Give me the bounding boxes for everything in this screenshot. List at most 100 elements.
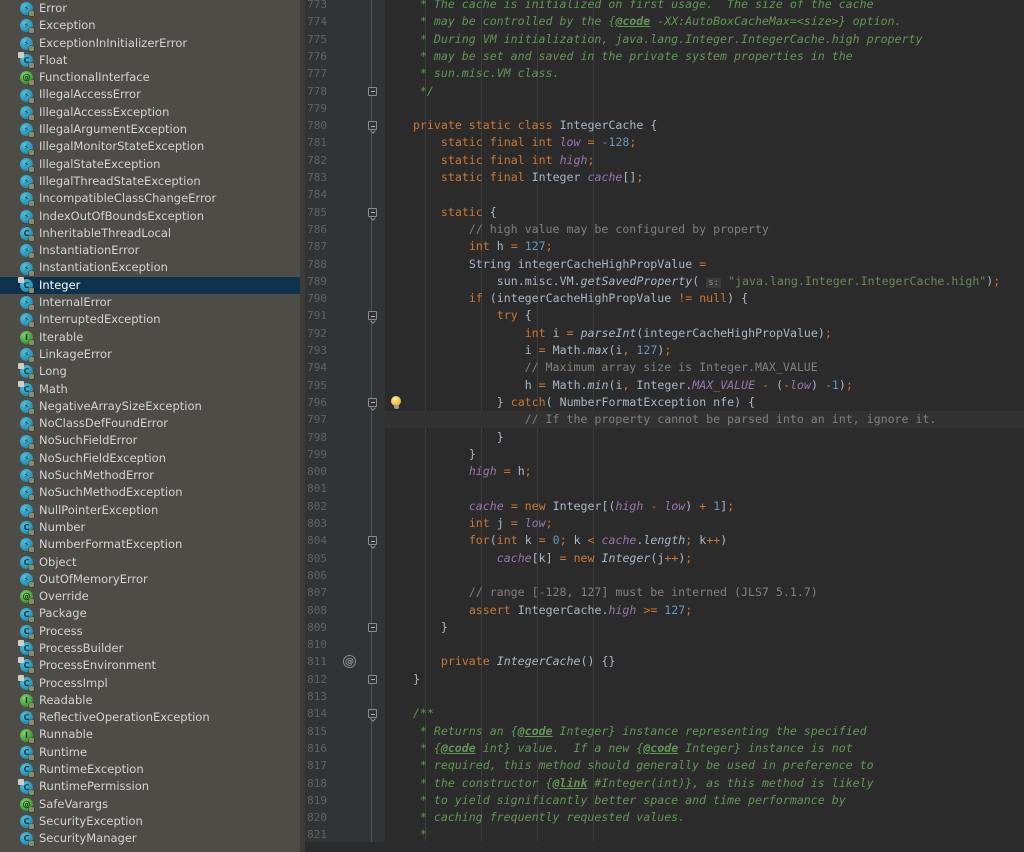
code-line-775[interactable]: * During VM initialization, java.lang.In… (385, 31, 1024, 48)
tree-item-iterable[interactable]: Iterable (0, 329, 305, 346)
code-line-799[interactable]: } (385, 446, 1024, 463)
code-line-814[interactable]: /** (385, 705, 1024, 722)
tree-item-interruptedexception[interactable]: InterruptedException (0, 311, 305, 328)
tree-item-safevarargs[interactable]: SafeVarargs (0, 796, 305, 813)
tree-item-long[interactable]: Long (0, 363, 305, 380)
tree-item-processenvironment[interactable]: ProcessEnvironment (0, 657, 305, 674)
code-line-804[interactable]: for(int k = 0; k < cache.length; k++) (385, 532, 1024, 549)
code-content[interactable]: * The cache is initialized on first usag… (385, 0, 1024, 852)
code-line-806[interactable] (385, 567, 1024, 584)
tree-item-incompatibleclasschangeerror[interactable]: IncompatibleClassChangeError (0, 190, 305, 207)
tree-item-linkageerror[interactable]: LinkageError (0, 346, 305, 363)
tree-item-integer[interactable]: Integer (0, 276, 305, 295)
code-line-802[interactable]: cache = new Integer[(high - low) + 1]; (385, 498, 1024, 515)
code-line-783[interactable]: static final Integer cache[]; (385, 169, 1024, 186)
code-line-797[interactable]: // If the property cannot be parsed into… (385, 411, 1024, 429)
code-line-790[interactable]: if (integerCacheHighPropValue != null) { (385, 290, 1024, 307)
fold-toggle-icon[interactable] (368, 86, 377, 96)
code-line-781[interactable]: static final int low = -128; (385, 134, 1024, 151)
tree-item-math[interactable]: Math (0, 380, 305, 398)
tree-item-nosuchfielderror[interactable]: NoSuchFieldError (0, 432, 305, 449)
tree-item-outofmemoryerror[interactable]: OutOfMemoryError (0, 571, 305, 588)
code-line-779[interactable] (385, 100, 1024, 117)
tree-item-runnable[interactable]: Runnable (0, 726, 305, 743)
code-line-809[interactable]: } (385, 619, 1024, 636)
code-line-785[interactable]: static { (385, 204, 1024, 221)
tree-item-process[interactable]: Process (0, 623, 305, 640)
code-line-810[interactable] (385, 636, 1024, 653)
tree-item-illegalaccesserror[interactable]: IllegalAccessError (0, 86, 305, 103)
code-line-812[interactable]: } (385, 671, 1024, 688)
tree-item-package[interactable]: Package (0, 605, 305, 622)
code-line-782[interactable]: static final int high; (385, 152, 1024, 169)
fold-toggle-icon[interactable] (368, 311, 377, 321)
code-line-819[interactable]: * to yield significantly better space an… (385, 792, 1024, 809)
code-line-808[interactable]: assert IntegerCache.high >= 127; (385, 602, 1024, 619)
tree-item-override[interactable]: Override (0, 588, 305, 605)
tree-item-exceptionininitializererror[interactable]: ExceptionInInitializerError (0, 35, 305, 52)
tree-item-internalerror[interactable]: InternalError (0, 294, 305, 311)
code-line-786[interactable]: // high value may be configured by prope… (385, 221, 1024, 238)
tree-item-inheritablethreadlocal[interactable]: InheritableThreadLocal (0, 225, 305, 242)
tree-item-exception[interactable]: Exception (0, 17, 305, 34)
tree-item-illegalthreadstateexception[interactable]: IllegalThreadStateException (0, 173, 305, 190)
code-line-818[interactable]: * the constructor {@link #Integer(int)},… (385, 775, 1024, 792)
editor-gutter[interactable]: 773 774 775 776 777 778 779 780 781 782 783 784 785 7… (305, 0, 385, 852)
code-line-774[interactable]: * may be controlled by the {@code -XX:Au… (385, 13, 1024, 30)
code-line-820[interactable]: * caching frequently requested values. (385, 809, 1024, 826)
tree-item-instantiationexception[interactable]: InstantiationException (0, 259, 305, 276)
tree-item-illegalstateexception[interactable]: IllegalStateException (0, 156, 305, 173)
tree-item-runtimepermission[interactable]: RuntimePermission (0, 778, 305, 795)
fold-toggle-icon[interactable] (368, 121, 377, 131)
fold-toggle-icon[interactable] (368, 674, 377, 684)
code-line-794[interactable]: // Maximum array size is Integer.MAX_VAL… (385, 359, 1024, 376)
code-line-776[interactable]: * may be set and saved in the private sy… (385, 48, 1024, 65)
fold-toggle-icon[interactable] (368, 397, 377, 407)
code-line-798[interactable]: } (385, 429, 1024, 446)
code-line-792[interactable]: int i = parseInt(integerCacheHighPropVal… (385, 325, 1024, 342)
code-editor[interactable]: 773 774 775 776 777 778 779 780 781 782 783 784 785 7… (305, 0, 1024, 852)
code-line-780[interactable]: private static class IntegerCache { (385, 117, 1024, 134)
tree-item-nosuchmethodexception[interactable]: NoSuchMethodException (0, 484, 305, 501)
code-line-811[interactable]: private IntegerCache() {} (385, 653, 1024, 670)
tree-item-numberformatexception[interactable]: NumberFormatException (0, 536, 305, 553)
tree-item-readable[interactable]: Readable (0, 692, 305, 709)
tree-item-error[interactable]: Error (0, 0, 305, 17)
tree-item-nullpointerexception[interactable]: NullPointerException (0, 502, 305, 519)
code-line-801[interactable] (385, 480, 1024, 497)
tree-item-noclassdeffounderror[interactable]: NoClassDefFoundError (0, 415, 305, 432)
code-line-777[interactable]: * sun.misc.VM class. (385, 65, 1024, 82)
code-line-817[interactable]: * required, this method should generally… (385, 757, 1024, 774)
fold-toggle-icon[interactable] (368, 536, 377, 546)
code-line-800[interactable]: high = h; (385, 463, 1024, 480)
code-line-796[interactable]: } catch( NumberFormatException nfe) { (385, 394, 1024, 411)
tree-item-securitymanager[interactable]: SecurityManager (0, 830, 305, 847)
class-tree-list[interactable]: Error Exception ExceptionInInitializerErro… (0, 0, 305, 848)
fold-toggle-icon[interactable] (368, 622, 377, 632)
tree-item-illegalargumentexception[interactable]: IllegalArgumentException (0, 121, 305, 138)
code-line-784[interactable] (385, 186, 1024, 203)
tree-item-nosuchmethoderror[interactable]: NoSuchMethodError (0, 467, 305, 484)
fold-toggle-icon[interactable] (368, 207, 377, 217)
tree-item-illegalmonitorstateexception[interactable]: IllegalMonitorStateException (0, 138, 305, 155)
tree-item-negativearraysizeexception[interactable]: NegativeArraySizeException (0, 398, 305, 415)
intention-bulb-icon[interactable] (390, 395, 402, 410)
code-line-789[interactable]: sun.misc.VM.getSavedProperty( s: "java.l… (385, 273, 1024, 290)
tree-item-runtime[interactable]: Runtime (0, 744, 305, 761)
override-annotation-icon[interactable]: @ (343, 655, 356, 669)
code-line-788[interactable]: String integerCacheHighPropValue = (385, 256, 1024, 273)
tree-item-number[interactable]: Number (0, 519, 305, 536)
tree-item-illegalaccessexception[interactable]: IllegalAccessException (0, 104, 305, 121)
tree-item-processbuilder[interactable]: ProcessBuilder (0, 640, 305, 657)
code-line-803[interactable]: int j = low; (385, 515, 1024, 532)
tree-item-indexoutofboundsexception[interactable]: IndexOutOfBoundsException (0, 208, 305, 225)
code-line-795[interactable]: h = Math.min(i, Integer.MAX_VALUE - (-lo… (385, 377, 1024, 394)
code-line-815[interactable]: * Returns an {@code Integer} instance re… (385, 723, 1024, 740)
code-line-793[interactable]: i = Math.max(i, 127); (385, 342, 1024, 359)
tree-item-float[interactable]: Float (0, 52, 305, 69)
tree-item-functionalinterface[interactable]: FunctionalInterface (0, 69, 305, 86)
code-line-816[interactable]: * {@code int} value. If a new {@code Int… (385, 740, 1024, 757)
tree-item-nosuchfieldexception[interactable]: NoSuchFieldException (0, 450, 305, 467)
fold-toggle-icon[interactable] (368, 709, 377, 719)
tree-item-reflectiveoperationexception[interactable]: ReflectiveOperationException (0, 709, 305, 726)
